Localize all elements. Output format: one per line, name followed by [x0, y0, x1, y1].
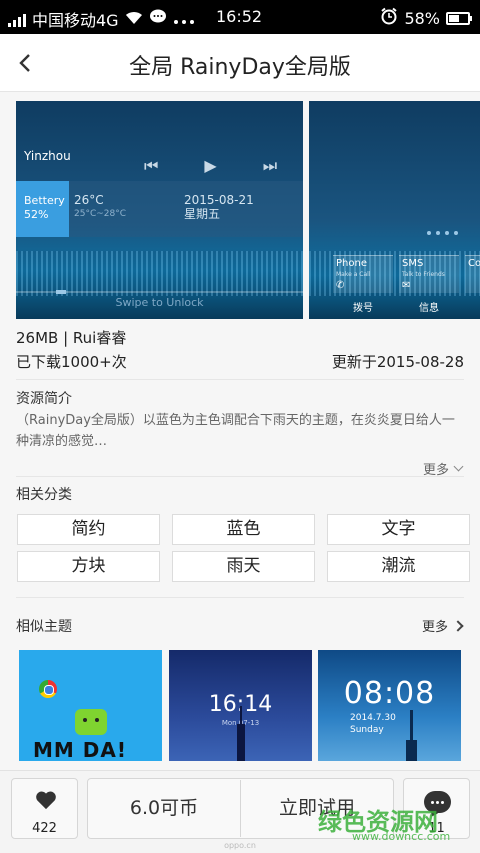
category-tag[interactable]: 蓝色 [172, 514, 315, 545]
battery-level-fill [449, 14, 459, 22]
download-update-row: 已下载1000+次 更新于2015-08-28 [16, 351, 464, 372]
tower-silhouette [237, 706, 245, 761]
unlock-slider [16, 290, 303, 294]
dock-app-phone: Phone Make a Call ✆ [333, 255, 393, 293]
divider [16, 476, 464, 477]
download-count: 已下载1000+次 [16, 353, 127, 371]
status-time: 16:52 [216, 7, 263, 26]
category-tag[interactable]: 潮流 [327, 551, 470, 582]
media-controls: ⏮ ▶ ⏭ [144, 156, 277, 176]
dock-labels: 拨号 信息 电 [333, 299, 480, 314]
preview-date-value: 2015-08-21 [184, 193, 254, 207]
signal-icon [8, 11, 26, 27]
device-watermark: oppo.cn [224, 841, 256, 850]
preview-battery-tile: Bettery 52% [16, 181, 69, 237]
phone-icon: ✆ [336, 280, 345, 291]
preview-temp-value: 26°C [74, 193, 104, 207]
dock-label: 信息 [419, 303, 439, 314]
dock-app-sms: SMS Talk to Friends ✉ [399, 255, 459, 293]
heart-icon [36, 791, 56, 810]
category-tag[interactable]: 简约 [17, 514, 160, 545]
chevron-down-icon [453, 461, 464, 472]
battery-icon [446, 11, 472, 25]
price-button[interactable]: 6.0可币 [88, 779, 240, 838]
message-icon: ✉ [402, 280, 411, 291]
intro-title: 资源简介 [16, 391, 72, 407]
dock-app-contacts: Co [465, 255, 480, 293]
thumb-caption: MM DA! [33, 738, 127, 761]
size-author: 26MB | Rui睿睿 [16, 329, 127, 347]
swipe-to-unlock-text: Swipe to Unlock [115, 296, 204, 309]
divider [16, 597, 464, 598]
categories-title: 相关分类 [16, 487, 72, 503]
next-track-icon: ⏭ [262, 156, 278, 175]
category-tag[interactable]: 文字 [327, 514, 470, 545]
wifi-icon [125, 10, 143, 29]
category-tag[interactable]: 雨天 [172, 551, 315, 582]
page-title: 全局 RainyDay全局版 [129, 55, 351, 80]
like-button[interactable]: 422 [11, 778, 78, 839]
preview-city: Yinzhou [24, 149, 71, 163]
dock-label: 拨号 [353, 303, 373, 314]
intro-text: （RainyDay全局版）以蓝色为主色调配合下雨天的主题，在炎炎夏日给人一种清凉… [16, 413, 455, 449]
preview-temperature: 26°C 25°C~28°C [74, 193, 126, 221]
chat-app-icon [75, 709, 107, 735]
chat-notification-icon [149, 9, 167, 29]
category-tags: 简约 蓝色 文字 方块 雨天 潮流 [17, 514, 470, 582]
like-count: 422 [32, 821, 57, 836]
previous-track-icon: ⏮ [144, 156, 159, 175]
divider [16, 379, 464, 380]
preview-weekday: 星期五 [184, 207, 221, 221]
similar-title: 相似主题 [16, 619, 72, 635]
browser-icon [39, 680, 57, 698]
play-icon: ▶ [204, 156, 217, 175]
update-date: 更新于2015-08-28 [331, 353, 464, 371]
similar-more-label: 更多 [421, 620, 448, 635]
preview-carousel[interactable]: Yinzhou ⏮ ▶ ⏭ Bettery 52% 26°C 25°C~28°C… [16, 101, 480, 319]
more-dots-icon [173, 10, 195, 29]
alarm-icon [380, 7, 398, 29]
category-tag[interactable]: 方块 [17, 551, 160, 582]
dock: Phone Make a Call ✆ SMS Talk to Friends ✉ Co [333, 255, 480, 293]
similar-theme-thumb[interactable]: 16:14 Mon 07-13 [169, 650, 312, 761]
preview-temp-range: 25°C~28°C [74, 209, 127, 219]
title-bar: 全局 RainyDay全局版 [0, 34, 480, 92]
similar-more-button[interactable]: 更多 [421, 616, 464, 635]
carrier-text: 中国移动4G [32, 11, 119, 30]
chevron-right-icon [452, 619, 464, 632]
preview-battery-label: Bettery [24, 194, 65, 207]
thumb-clock: 08:08 [343, 676, 436, 711]
preview-battery-value: 52% [24, 208, 49, 221]
tower-silhouette [406, 710, 417, 761]
page-indicator [427, 231, 458, 235]
similar-theme-thumb[interactable]: 08:08 2014.7.30 Sunday [318, 650, 461, 761]
thumb-date: 2014.7.30 Sunday [350, 713, 396, 735]
preview-date: 2015-08-21 星期五 [184, 193, 254, 221]
preview-homescreen[interactable]: Phone Make a Call ✆ SMS Talk to Friends ✉ Co… [309, 101, 480, 319]
dock-label: 电 [465, 299, 480, 314]
status-bar: 中国移动4G 16:52 58% [0, 0, 480, 34]
battery-percent: 58% [404, 8, 440, 28]
preview-lockscreen[interactable]: Yinzhou ⏮ ▶ ⏭ Bettery 52% 26°C 25°C~28°C… [16, 101, 303, 319]
similar-themes: MM DA! 16:14 Mon 07-13 08:08 2014.7.30 S… [19, 650, 480, 761]
similar-theme-thumb[interactable]: MM DA! [19, 650, 162, 761]
